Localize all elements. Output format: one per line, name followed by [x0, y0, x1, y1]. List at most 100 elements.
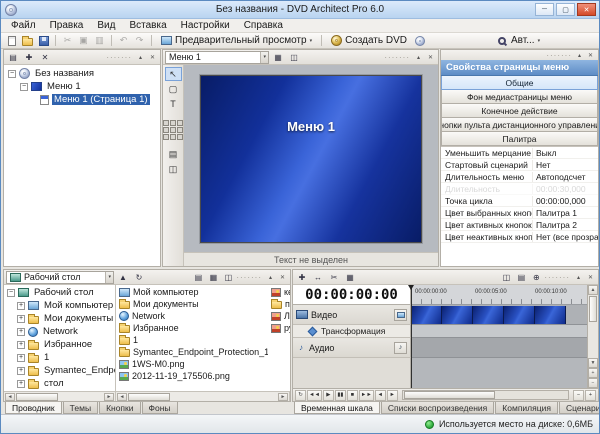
menu-canvas[interactable]: Меню 1: [200, 75, 422, 243]
menu-selector-combo[interactable]: Меню 1 ▾: [165, 51, 269, 64]
scrollbar-thumb[interactable]: [16, 393, 58, 401]
align-top-icon[interactable]: [170, 120, 176, 126]
section-background-media-button[interactable]: Фон медиастраницы меню: [441, 90, 598, 104]
sizing-tool-icon[interactable]: ▢: [165, 82, 182, 96]
scrollbar-thumb[interactable]: [404, 391, 495, 399]
video-clip[interactable]: [411, 306, 587, 324]
paste-icon[interactable]: ▥: [93, 34, 106, 47]
file-list-item[interactable]: 2012-11-19_175506.png: [116, 370, 290, 382]
scroll-right-icon[interactable]: ►: [278, 393, 288, 401]
pause-button[interactable]: ▮▮: [335, 390, 346, 401]
expander-icon[interactable]: +: [17, 367, 25, 375]
align-right-icon[interactable]: [177, 127, 183, 133]
file-list-item[interactable]: 1: [116, 334, 290, 346]
arrange-icon[interactable]: ▤: [165, 147, 182, 161]
drag-grip[interactable]: ·······: [384, 53, 410, 62]
drag-grip[interactable]: ·······: [546, 51, 572, 60]
menu-title-text[interactable]: Меню 1: [201, 119, 421, 134]
tab-explorer[interactable]: Проводник: [5, 402, 62, 414]
up-folder-icon[interactable]: ▲: [116, 271, 130, 284]
timecode-display[interactable]: 00:00:00:00: [293, 285, 411, 305]
file-list-item[interactable]: Мой компьютер: [116, 286, 290, 298]
close-panel-icon[interactable]: ✕: [585, 50, 596, 61]
play-button[interactable]: ▶: [323, 390, 334, 401]
section-palette-button[interactable]: Палитра: [441, 132, 598, 146]
scroll-down-icon[interactable]: ▼: [588, 358, 598, 368]
redo-icon[interactable]: ↷: [133, 34, 146, 47]
split-clip-icon[interactable]: ✂: [327, 271, 341, 284]
file-list-item[interactable]: Network: [116, 310, 290, 322]
video-clip-thumbnail[interactable]: [473, 306, 504, 324]
track-options-icon[interactable]: ▤: [514, 271, 528, 284]
property-value[interactable]: Палитра 1: [532, 208, 598, 218]
align-center-icon[interactable]: [170, 127, 176, 133]
tree-scrollbar[interactable]: ◄ ►: [4, 392, 116, 401]
cut-icon[interactable]: ✂: [61, 34, 74, 47]
property-value[interactable]: 00:00:00,000: [532, 196, 598, 206]
loop-region-icon[interactable]: ⊕: [529, 271, 543, 284]
file-list-item[interactable]: ру...: [268, 322, 290, 334]
transform-track-header[interactable]: Трансформация: [293, 325, 411, 338]
maximize-button[interactable]: ▢: [556, 3, 575, 16]
folder-tree-item[interactable]: + Network: [4, 325, 115, 338]
preview-button[interactable]: Предварительный просмотр ▾: [157, 34, 316, 48]
section-remote-buttons-button[interactable]: Кнопки пульта дистанционного управления: [441, 118, 598, 132]
add-media-icon[interactable]: ✚: [295, 271, 309, 284]
folder-tree-item[interactable]: + Symantec_Endpoint_Prot: [4, 364, 115, 377]
close-panel-icon[interactable]: ✕: [147, 52, 158, 63]
delete-item-icon[interactable]: ✕: [38, 51, 52, 64]
folder-tree-item[interactable]: + стол: [4, 377, 115, 390]
menu-options[interactable]: Настройки: [174, 20, 237, 31]
folder-tree-item[interactable]: − Рабочий стол: [4, 286, 115, 299]
property-value[interactable]: Выкл: [532, 148, 598, 158]
video-track-header[interactable]: Видео: [293, 305, 411, 325]
audio-track-lane[interactable]: [411, 338, 587, 358]
location-combo[interactable]: Рабочий стол ▾: [6, 271, 114, 284]
make-dvd-button[interactable]: Создать DVD: [327, 34, 411, 48]
tab-buttons[interactable]: Кнопки: [99, 402, 140, 414]
folder-tree-item[interactable]: + Избранное: [4, 338, 115, 351]
insert-menu-icon[interactable]: ▤: [6, 51, 20, 64]
expander-icon[interactable]: −: [7, 289, 15, 297]
expander-icon[interactable]: −: [20, 83, 28, 91]
loop-playback-button[interactable]: ↻: [295, 390, 306, 401]
collapse-panel-icon[interactable]: ▴: [265, 272, 276, 283]
video-monitor-button[interactable]: [394, 309, 407, 321]
expander-icon[interactable]: +: [17, 302, 25, 310]
folder-tree-item[interactable]: + Мои документы: [4, 312, 115, 325]
file-list-item[interactable]: Symantec_Endpoint_Protection_12.1.2_RU: [116, 346, 290, 358]
collapse-panel-icon[interactable]: ▴: [574, 50, 585, 61]
folder-tree-item[interactable]: + Мой компьютер: [4, 299, 115, 312]
video-clip-thumbnail[interactable]: [535, 306, 566, 324]
snap-icon[interactable]: ◫: [287, 51, 301, 64]
next-frame-button[interactable]: ►: [387, 390, 398, 401]
property-value[interactable]: Палитра 2: [532, 220, 598, 230]
menu-edit[interactable]: Правка: [43, 20, 91, 31]
tab-themes[interactable]: Темы: [63, 402, 98, 414]
tab-playlists[interactable]: Списки воспроизведения: [381, 402, 494, 414]
collapse-panel-icon[interactable]: ▴: [135, 52, 146, 63]
property-value[interactable]: Нет: [532, 160, 598, 170]
close-panel-icon[interactable]: ✕: [585, 272, 596, 283]
timeline-vertical-scrollbar[interactable]: ▲ ▼ + −: [587, 285, 598, 388]
expander-icon[interactable]: −: [8, 70, 16, 78]
undo-icon[interactable]: ↶: [117, 34, 130, 47]
section-general-button[interactable]: Общие: [441, 76, 598, 90]
menu-help[interactable]: Справка: [237, 20, 290, 31]
speaker-button[interactable]: ♪: [394, 342, 407, 354]
expander-icon[interactable]: +: [17, 341, 25, 349]
video-track-lane[interactable]: [411, 305, 587, 325]
tab-dvd-scripts[interactable]: Сценарии DVD: [559, 402, 600, 414]
distribute-icon[interactable]: ◫: [165, 162, 182, 176]
tab-compilation[interactable]: Компиляция: [495, 402, 558, 414]
scroll-left-icon[interactable]: ◄: [5, 393, 15, 401]
close-panel-icon[interactable]: ✕: [425, 52, 436, 63]
fit-timeline-icon[interactable]: ↔: [311, 271, 325, 284]
grid-snap-icon[interactable]: ▦: [343, 271, 357, 284]
expander-icon[interactable]: +: [17, 328, 25, 336]
scroll-right-icon[interactable]: ►: [104, 393, 114, 401]
align-top-right-icon[interactable]: [177, 120, 183, 126]
selection-tool-icon[interactable]: ↖: [165, 67, 182, 81]
expander-icon[interactable]: +: [17, 354, 25, 362]
list-view-icon[interactable]: ▤: [191, 271, 205, 284]
